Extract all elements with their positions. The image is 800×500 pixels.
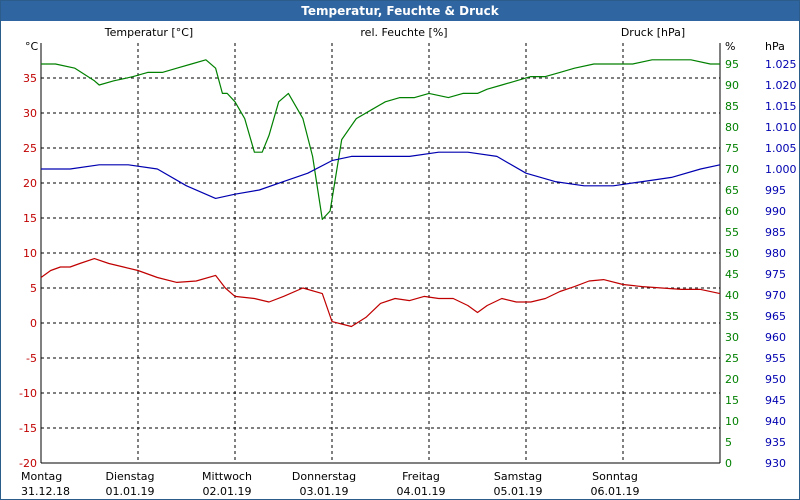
x-day-label: Montag xyxy=(21,470,62,483)
temperature-tick-label: 0 xyxy=(30,317,37,330)
series-lines xyxy=(40,59,721,328)
humidity-tick-label: 45 xyxy=(725,268,739,281)
x-date-label: 03.01.19 xyxy=(300,485,349,498)
x-day-label: Sonntag xyxy=(592,470,638,483)
pressure-series-line xyxy=(41,151,721,199)
humidity-tick-label: 50 xyxy=(725,247,739,260)
grid-lines xyxy=(41,43,720,463)
humidity-tick-label: 5 xyxy=(725,436,732,449)
humidity-tick-label: 55 xyxy=(725,226,739,239)
humidity-tick-label: 15 xyxy=(725,394,739,407)
pressure-tick-label: 955 xyxy=(765,352,786,365)
pressure-tick-label: 1.015 xyxy=(765,100,797,113)
pressure-tick-label: 980 xyxy=(765,247,786,260)
humidity-tick-label: 30 xyxy=(725,331,739,344)
humidity-series-line xyxy=(41,59,720,220)
temperature-tick-label: -15 xyxy=(19,422,37,435)
pressure-tick-label: 970 xyxy=(765,289,786,302)
temperature-series-label: Temperatur [°C] xyxy=(104,26,193,39)
humidity-series-label: rel. Feuchte [%] xyxy=(360,26,447,39)
x-day-label: Dienstag xyxy=(105,470,154,483)
x-date-label: 04.01.19 xyxy=(397,485,446,498)
pressure-unit-label: hPa xyxy=(765,40,785,53)
temperature-tick-label: 5 xyxy=(30,282,37,295)
pressure-tick-label: 990 xyxy=(765,205,786,218)
humidity-tick-label: 0 xyxy=(725,457,732,470)
x-day-label: Donnerstag xyxy=(292,470,356,483)
humidity-tick-label: 60 xyxy=(725,205,739,218)
humidity-tick-label: 90 xyxy=(725,79,739,92)
temperature-tick-label: 15 xyxy=(23,212,37,225)
chart-area: Temperatur [°C] rel. Feuchte [%] Druck [… xyxy=(19,26,796,498)
pressure-tick-label: 1.000 xyxy=(765,163,797,176)
pressure-tick-label: 985 xyxy=(765,226,786,239)
tick-labels: -20 -15 -10 -5 0 5 10 15 20 25 30 35 0 5 10 15 20 25 30 35 4… xyxy=(19,58,796,498)
pressure-tick-label: 965 xyxy=(765,310,786,323)
x-day-label: Freitag xyxy=(402,470,440,483)
temperature-tick-label: 20 xyxy=(23,177,37,190)
pressure-tick-label: 1.025 xyxy=(765,58,797,71)
x-day-label: Mittwoch xyxy=(202,470,252,483)
temperature-unit-label: °C xyxy=(25,40,39,53)
temperature-tick-label: 35 xyxy=(23,72,37,85)
temperature-tick-label: 25 xyxy=(23,142,37,155)
humidity-tick-label: 75 xyxy=(725,142,739,155)
temperature-tick-label: -20 xyxy=(19,457,37,470)
humidity-tick-label: 25 xyxy=(725,352,739,365)
pressure-tick-label: 940 xyxy=(765,415,786,428)
pressure-tick-label: 935 xyxy=(765,436,786,449)
humidity-tick-label: 80 xyxy=(725,121,739,134)
x-date-label: 31.12.18 xyxy=(21,485,70,498)
temperature-series-line xyxy=(40,258,721,328)
humidity-tick-label: 95 xyxy=(725,58,739,71)
humidity-tick-label: 65 xyxy=(725,184,739,197)
chart-window: Temperatur, Feuchte & Druck Temperatur [… xyxy=(0,0,800,500)
temperature-tick-label: 10 xyxy=(23,247,37,260)
humidity-tick-label: 10 xyxy=(725,415,739,428)
humidity-tick-label: 40 xyxy=(725,289,739,302)
humidity-tick-label: 35 xyxy=(725,310,739,323)
humidity-unit-label: % xyxy=(725,40,735,53)
x-date-label: 01.01.19 xyxy=(106,485,155,498)
pressure-tick-label: 945 xyxy=(765,394,786,407)
pressure-tick-label: 1.020 xyxy=(765,79,797,92)
pressure-tick-label: 995 xyxy=(765,184,786,197)
pressure-tick-label: 1.010 xyxy=(765,121,797,134)
humidity-tick-label: 20 xyxy=(725,373,739,386)
x-date-label: 02.01.19 xyxy=(203,485,252,498)
pressure-tick-label: 960 xyxy=(765,331,786,344)
chart-title: Temperatur, Feuchte & Druck xyxy=(1,1,799,21)
humidity-tick-label: 70 xyxy=(725,163,739,176)
pressure-tick-label: 1.005 xyxy=(765,142,797,155)
pressure-tick-label: 975 xyxy=(765,268,786,281)
x-day-label: Samstag xyxy=(494,470,542,483)
pressure-tick-label: 930 xyxy=(765,457,786,470)
temperature-tick-label: -5 xyxy=(26,352,37,365)
pressure-series-label: Druck [hPa] xyxy=(621,26,685,39)
temperature-tick-label: 30 xyxy=(23,107,37,120)
pressure-tick-label: 950 xyxy=(765,373,786,386)
temperature-tick-label: -10 xyxy=(19,387,37,400)
humidity-tick-label: 85 xyxy=(725,100,739,113)
x-date-label: 05.01.19 xyxy=(494,485,543,498)
x-date-label: 06.01.19 xyxy=(591,485,640,498)
